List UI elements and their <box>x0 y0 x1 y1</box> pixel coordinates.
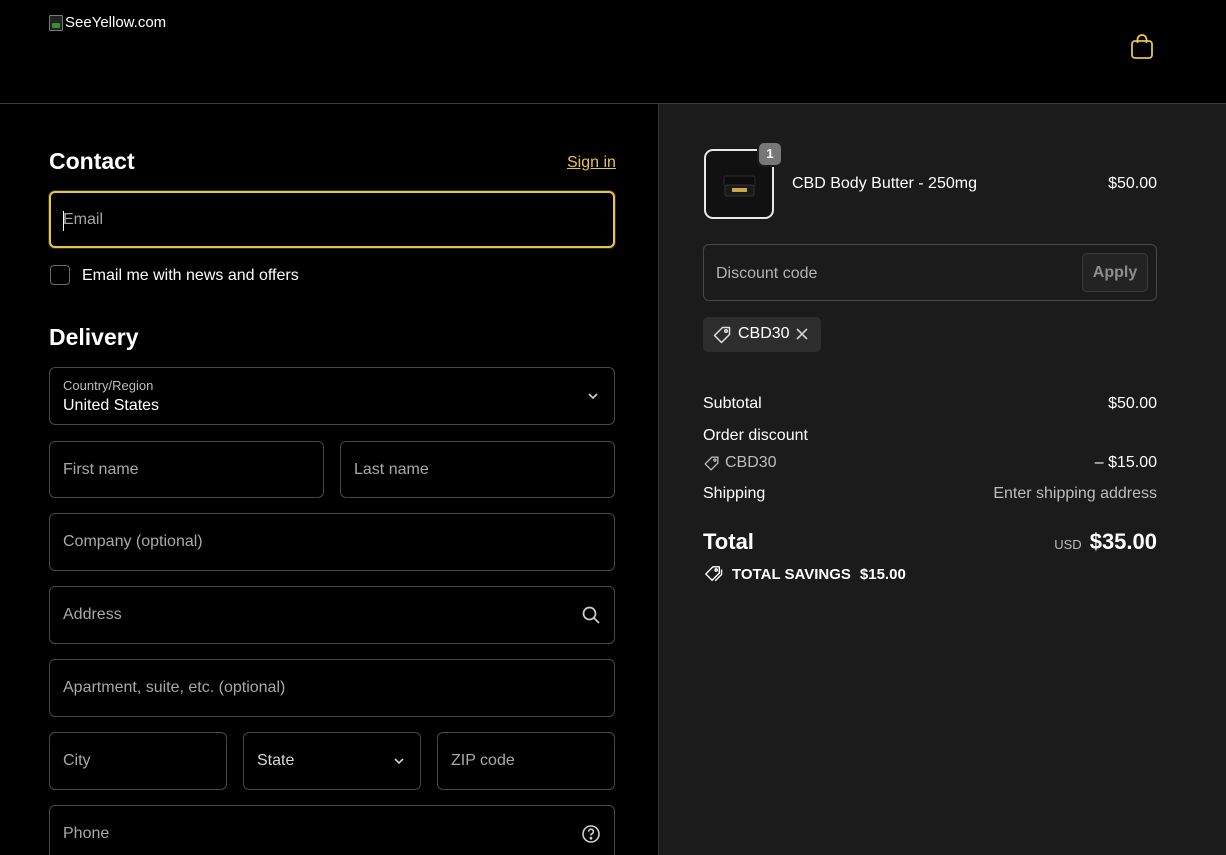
address-field[interactable]: Address <box>49 586 615 644</box>
order-summary: 1 CBD Body Butter - 250mg $50.00 Discoun… <box>658 104 1226 855</box>
address-placeholder: Address <box>63 606 122 623</box>
first-name-field[interactable]: First name <box>49 441 324 498</box>
city-placeholder: City <box>63 752 91 769</box>
tags-icon <box>705 566 723 582</box>
total-savings: TOTAL SAVINGS $15.00 <box>703 565 906 583</box>
checkout-form: Contact Sign in Email Email me with news… <box>0 104 658 855</box>
discount-placeholder: Discount code <box>716 265 818 282</box>
state-placeholder: State <box>257 752 295 769</box>
applied-code: CBD30 <box>738 325 790 342</box>
apartment-field[interactable]: Apartment, suite, etc. (optional) <box>49 659 615 717</box>
product-name: CBD Body Butter - 250mg <box>792 175 977 192</box>
email-placeholder: Email <box>63 210 104 228</box>
total-value: $35.00 <box>1089 529 1157 554</box>
delivery-heading: Delivery <box>49 324 139 350</box>
discount-code-field[interactable]: Discount code Apply <box>703 244 1157 301</box>
subtotal-label: Subtotal <box>703 395 762 412</box>
quantity-badge: 1 <box>757 141 783 167</box>
total-currency: USD <box>1054 537 1082 552</box>
last-name-field[interactable]: Last name <box>340 441 615 498</box>
country-label: Country/Region <box>63 378 154 393</box>
applied-discount-chip: CBD30 <box>703 317 821 352</box>
phone-field[interactable]: Phone <box>49 805 615 855</box>
company-placeholder: Company (optional) <box>63 533 203 550</box>
sign-in-link[interactable]: Sign in <box>567 154 616 172</box>
site-logo[interactable]: SeeYellow.com <box>49 14 166 31</box>
first-name-placeholder: First name <box>63 460 139 478</box>
country-select[interactable]: Country/Region United States <box>49 367 615 425</box>
broken-image-icon <box>49 14 63 31</box>
close-icon[interactable] <box>794 326 810 342</box>
zip-field[interactable]: ZIP code <box>437 732 615 790</box>
last-name-placeholder: Last name <box>354 460 429 478</box>
order-discount-label: Order discount <box>703 427 808 444</box>
zip-placeholder: ZIP code <box>451 752 515 769</box>
order-discount-code-row: CBD30 <box>703 454 777 472</box>
company-field[interactable]: Company (optional) <box>49 513 615 571</box>
subtotal-value: $50.00 <box>1108 395 1157 412</box>
product-price: $50.00 <box>1108 175 1157 192</box>
shipping-label: Shipping <box>703 485 766 502</box>
email-field[interactable]: Email <box>49 191 615 248</box>
savings-label: TOTAL SAVINGS <box>732 565 851 583</box>
country-value: United States <box>63 397 160 414</box>
help-circle-icon[interactable] <box>581 824 601 844</box>
contact-heading: Contact <box>49 148 135 174</box>
chevron-down-icon <box>394 758 404 765</box>
apartment-placeholder: Apartment, suite, etc. (optional) <box>63 679 286 696</box>
apply-button[interactable]: Apply <box>1082 253 1148 292</box>
order-discount-code: CBD30 <box>725 454 777 471</box>
city-field[interactable]: City <box>49 732 227 790</box>
newsletter-checkbox[interactable] <box>50 265 70 285</box>
shopping-bag-icon[interactable] <box>1129 33 1155 61</box>
newsletter-label: Email me with news and offers <box>82 267 299 284</box>
tag-icon <box>704 455 719 471</box>
total-amount: USD $35.00 <box>1054 529 1157 555</box>
site-header: SeeYellow.com <box>0 0 1226 104</box>
search-icon <box>582 606 600 624</box>
state-select[interactable]: State <box>243 732 421 790</box>
shipping-value: Enter shipping address <box>993 485 1157 502</box>
logo-alt-text: SeeYellow.com <box>65 14 167 31</box>
phone-placeholder: Phone <box>63 825 110 842</box>
product-jar-image <box>723 175 756 197</box>
order-discount-value: – $15.00 <box>1094 454 1157 471</box>
savings-value: $15.00 <box>859 565 906 583</box>
tag-icon <box>713 326 731 344</box>
total-label: Total <box>703 529 754 554</box>
chevron-down-icon <box>588 393 598 400</box>
